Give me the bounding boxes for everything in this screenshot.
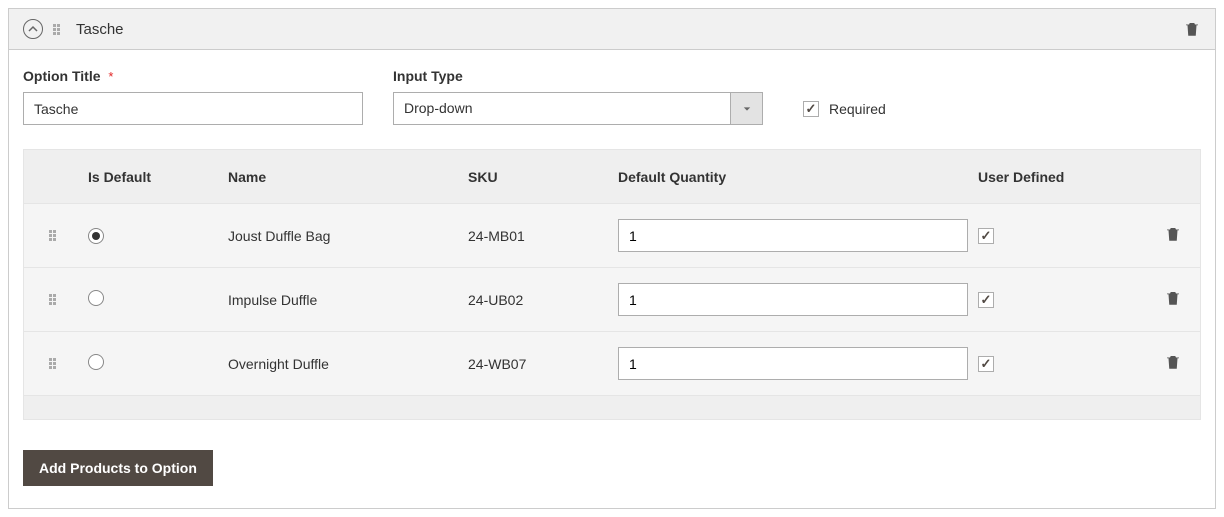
option-fields-row: Option Title * Input Type Drop-down Requ… xyxy=(23,68,1201,125)
panel-title: Tasche xyxy=(76,21,124,38)
delete-row-button[interactable] xyxy=(1164,225,1182,243)
table-row: Overnight Duffle 24-WB07 xyxy=(24,332,1200,396)
is-default-radio[interactable] xyxy=(88,228,104,244)
collapse-toggle[interactable] xyxy=(23,19,43,39)
grid-footer xyxy=(24,396,1200,420)
user-defined-checkbox[interactable] xyxy=(978,356,994,372)
default-qty-input[interactable] xyxy=(618,219,968,252)
grid-header: Is Default Name SKU Default Quantity Use… xyxy=(24,150,1200,204)
is-default-radio[interactable] xyxy=(88,354,104,370)
required-field: Required xyxy=(803,92,886,125)
drag-handle-icon[interactable] xyxy=(49,230,56,241)
chevron-up-icon xyxy=(28,24,38,34)
delete-row-button[interactable] xyxy=(1164,353,1182,371)
table-row: Impulse Duffle 24-UB02 xyxy=(24,268,1200,332)
table-row: Joust Duffle Bag 24-MB01 xyxy=(24,204,1200,268)
add-products-button[interactable]: Add Products to Option xyxy=(23,450,213,486)
panel-body: Option Title * Input Type Drop-down Requ… xyxy=(9,50,1215,508)
col-default-qty: Default Quantity xyxy=(610,169,970,185)
user-defined-checkbox[interactable] xyxy=(978,228,994,244)
row-sku: 24-WB07 xyxy=(460,356,610,372)
is-default-radio[interactable] xyxy=(88,290,104,306)
bundle-option-panel: Tasche Option Title * Input Type Drop-do… xyxy=(8,8,1216,509)
required-checkbox[interactable] xyxy=(803,101,819,117)
user-defined-checkbox[interactable] xyxy=(978,292,994,308)
required-star-icon: * xyxy=(108,69,113,84)
col-is-default: Is Default xyxy=(80,169,220,185)
default-qty-input[interactable] xyxy=(618,283,968,316)
products-grid: Is Default Name SKU Default Quantity Use… xyxy=(23,149,1201,420)
caret-down-icon xyxy=(743,105,751,113)
option-title-label-text: Option Title xyxy=(23,68,101,84)
row-sku: 24-MB01 xyxy=(460,228,610,244)
delete-row-button[interactable] xyxy=(1164,289,1182,307)
option-title-input[interactable] xyxy=(23,92,363,125)
required-label: Required xyxy=(829,101,886,117)
row-sku: 24-UB02 xyxy=(460,292,610,308)
select-dropdown-button[interactable] xyxy=(730,92,763,125)
col-sku: SKU xyxy=(460,169,610,185)
input-type-select[interactable]: Drop-down xyxy=(393,92,763,125)
drag-handle-icon[interactable] xyxy=(49,358,56,369)
row-name: Overnight Duffle xyxy=(220,356,460,372)
panel-header: Tasche xyxy=(9,9,1215,50)
drag-handle-icon[interactable] xyxy=(49,294,56,305)
input-type-value: Drop-down xyxy=(393,92,730,125)
default-qty-input[interactable] xyxy=(618,347,968,380)
drag-handle-icon[interactable] xyxy=(53,24,60,35)
input-type-field: Input Type Drop-down xyxy=(393,68,763,125)
option-title-label: Option Title * xyxy=(23,68,363,84)
col-user-defined: User Defined xyxy=(970,169,1090,185)
delete-option-button[interactable] xyxy=(1183,20,1201,38)
col-name: Name xyxy=(220,169,460,185)
input-type-label: Input Type xyxy=(393,68,763,84)
option-title-field: Option Title * xyxy=(23,68,363,125)
row-name: Impulse Duffle xyxy=(220,292,460,308)
row-name: Joust Duffle Bag xyxy=(220,228,460,244)
